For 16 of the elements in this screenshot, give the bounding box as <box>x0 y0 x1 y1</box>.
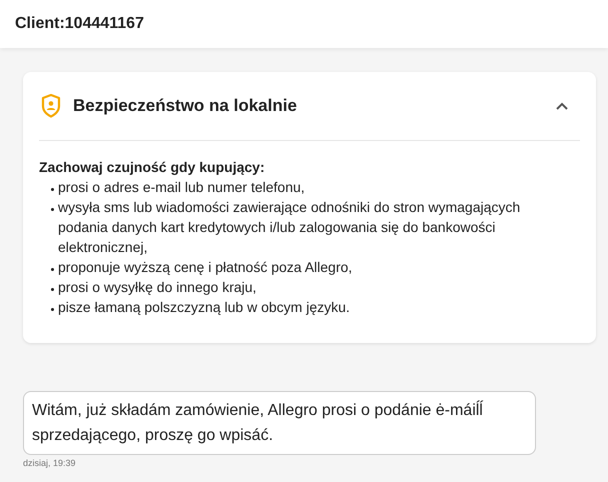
warning-heading: Zachowaj czujność gdy kupujący: <box>39 158 266 177</box>
warning-item: prosi o wysyłkę do innego kraju, <box>58 278 258 297</box>
shield-user-icon <box>41 94 61 118</box>
warning-item: pisze łamaną polszczyzną lub w obcym języku. <box>58 298 351 317</box>
card-title: Bezpieczeństwo na lokalnie <box>73 95 298 118</box>
bullet-icon <box>51 208 54 211</box>
bullet-icon <box>51 308 54 311</box>
message-time: dzisiaj, 19:39 <box>23 457 77 470</box>
warning-item: proponuje wyższą cenę i płatność poza Allegro, <box>58 258 354 277</box>
warning-item: prosi o adres e-mail lub numer telefonu, <box>58 178 306 197</box>
message-bubble: Witám, już składám zamówienie, Allegro prosi o podánie ė-máiĺĺ sprzedającego, proszę go wpisáć. <box>23 391 536 455</box>
bullet-icon <box>51 268 54 271</box>
bullet-icon <box>51 188 54 191</box>
client-title: Client:104441167 <box>15 14 144 34</box>
chevron-icon <box>556 102 568 110</box>
bullet-icon <box>51 288 54 291</box>
